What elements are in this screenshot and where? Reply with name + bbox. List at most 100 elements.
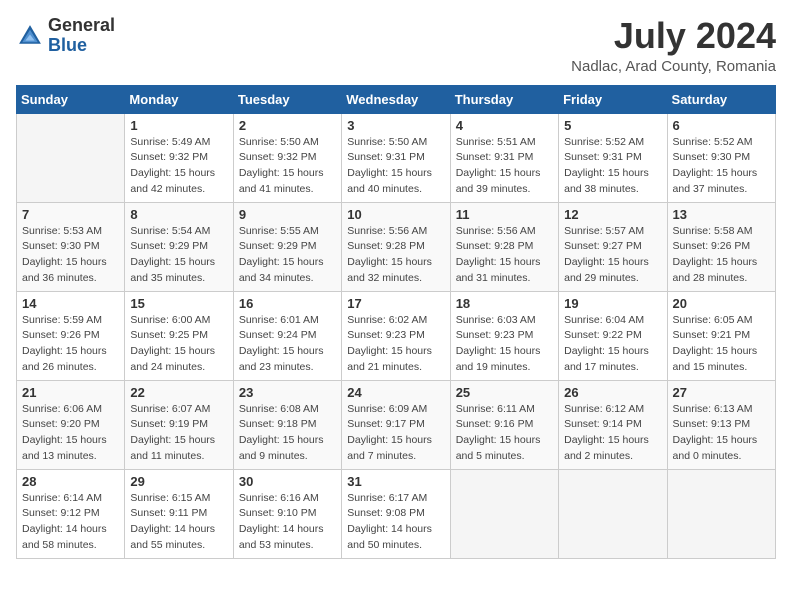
day-info: Sunrise: 6:04 AM Sunset: 9:22 PM Dayligh… <box>564 313 661 376</box>
sunrise-text: Sunrise: 5:50 AM <box>347 136 427 148</box>
logo-icon <box>16 22 44 50</box>
day-info: Sunrise: 6:14 AM Sunset: 9:12 PM Dayligh… <box>22 491 119 554</box>
col-wednesday: Wednesday <box>342 85 450 113</box>
col-monday: Monday <box>125 85 233 113</box>
sunrise-text: Sunrise: 5:56 AM <box>347 225 427 237</box>
daylight-text: Daylight: 15 hours and 24 minutes. <box>130 345 215 373</box>
table-row: 6 Sunrise: 5:52 AM Sunset: 9:30 PM Dayli… <box>667 113 775 202</box>
daylight-text: Daylight: 15 hours and 5 minutes. <box>456 434 541 462</box>
daylight-text: Daylight: 14 hours and 53 minutes. <box>239 523 324 551</box>
day-number: 3 <box>347 118 444 133</box>
day-number: 5 <box>564 118 661 133</box>
table-row: 15 Sunrise: 6:00 AM Sunset: 9:25 PM Dayl… <box>125 291 233 380</box>
day-number: 18 <box>456 296 553 311</box>
table-row: 14 Sunrise: 5:59 AM Sunset: 9:26 PM Dayl… <box>17 291 125 380</box>
logo-blue: Blue <box>48 35 87 55</box>
logo-general: General <box>48 15 115 35</box>
sunrise-text: Sunrise: 6:00 AM <box>130 314 210 326</box>
sunrise-text: Sunrise: 6:13 AM <box>673 403 753 415</box>
day-info: Sunrise: 6:11 AM Sunset: 9:16 PM Dayligh… <box>456 402 553 465</box>
daylight-text: Daylight: 15 hours and 28 minutes. <box>673 256 758 284</box>
sunrise-text: Sunrise: 5:59 AM <box>22 314 102 326</box>
daylight-text: Daylight: 15 hours and 17 minutes. <box>564 345 649 373</box>
daylight-text: Daylight: 15 hours and 11 minutes. <box>130 434 215 462</box>
day-info: Sunrise: 5:58 AM Sunset: 9:26 PM Dayligh… <box>673 224 770 287</box>
sunrise-text: Sunrise: 6:04 AM <box>564 314 644 326</box>
table-row: 22 Sunrise: 6:07 AM Sunset: 9:19 PM Dayl… <box>125 380 233 469</box>
sunrise-text: Sunrise: 6:03 AM <box>456 314 536 326</box>
sunset-text: Sunset: 9:29 PM <box>239 240 317 252</box>
table-row: 19 Sunrise: 6:04 AM Sunset: 9:22 PM Dayl… <box>559 291 667 380</box>
daylight-text: Daylight: 15 hours and 35 minutes. <box>130 256 215 284</box>
table-row: 3 Sunrise: 5:50 AM Sunset: 9:31 PM Dayli… <box>342 113 450 202</box>
sunset-text: Sunset: 9:25 PM <box>130 329 208 341</box>
daylight-text: Daylight: 14 hours and 50 minutes. <box>347 523 432 551</box>
sunset-text: Sunset: 9:29 PM <box>130 240 208 252</box>
sunrise-text: Sunrise: 6:05 AM <box>673 314 753 326</box>
day-info: Sunrise: 6:01 AM Sunset: 9:24 PM Dayligh… <box>239 313 336 376</box>
sunrise-text: Sunrise: 6:02 AM <box>347 314 427 326</box>
day-number: 4 <box>456 118 553 133</box>
daylight-text: Daylight: 15 hours and 2 minutes. <box>564 434 649 462</box>
day-number: 14 <box>22 296 119 311</box>
daylight-text: Daylight: 15 hours and 9 minutes. <box>239 434 324 462</box>
calendar-week-row: 14 Sunrise: 5:59 AM Sunset: 9:26 PM Dayl… <box>17 291 776 380</box>
day-info: Sunrise: 5:56 AM Sunset: 9:28 PM Dayligh… <box>347 224 444 287</box>
daylight-text: Daylight: 15 hours and 39 minutes. <box>456 167 541 195</box>
sunrise-text: Sunrise: 6:15 AM <box>130 492 210 504</box>
day-number: 6 <box>673 118 770 133</box>
day-number: 21 <box>22 385 119 400</box>
day-info: Sunrise: 5:57 AM Sunset: 9:27 PM Dayligh… <box>564 224 661 287</box>
daylight-text: Daylight: 15 hours and 32 minutes. <box>347 256 432 284</box>
day-number: 27 <box>673 385 770 400</box>
sunset-text: Sunset: 9:14 PM <box>564 418 642 430</box>
day-info: Sunrise: 6:03 AM Sunset: 9:23 PM Dayligh… <box>456 313 553 376</box>
sunrise-text: Sunrise: 6:09 AM <box>347 403 427 415</box>
day-number: 11 <box>456 207 553 222</box>
day-number: 13 <box>673 207 770 222</box>
calendar-week-row: 28 Sunrise: 6:14 AM Sunset: 9:12 PM Dayl… <box>17 469 776 558</box>
sunrise-text: Sunrise: 6:07 AM <box>130 403 210 415</box>
table-row: 11 Sunrise: 5:56 AM Sunset: 9:28 PM Dayl… <box>450 202 558 291</box>
sunset-text: Sunset: 9:26 PM <box>22 329 100 341</box>
daylight-text: Daylight: 14 hours and 55 minutes. <box>130 523 215 551</box>
table-row: 7 Sunrise: 5:53 AM Sunset: 9:30 PM Dayli… <box>17 202 125 291</box>
table-row: 2 Sunrise: 5:50 AM Sunset: 9:32 PM Dayli… <box>233 113 341 202</box>
table-row: 26 Sunrise: 6:12 AM Sunset: 9:14 PM Dayl… <box>559 380 667 469</box>
day-info: Sunrise: 5:54 AM Sunset: 9:29 PM Dayligh… <box>130 224 227 287</box>
day-number: 8 <box>130 207 227 222</box>
sunset-text: Sunset: 9:28 PM <box>347 240 425 252</box>
table-row: 17 Sunrise: 6:02 AM Sunset: 9:23 PM Dayl… <box>342 291 450 380</box>
sunrise-text: Sunrise: 6:17 AM <box>347 492 427 504</box>
table-row: 21 Sunrise: 6:06 AM Sunset: 9:20 PM Dayl… <box>17 380 125 469</box>
day-number: 28 <box>22 474 119 489</box>
table-row <box>17 113 125 202</box>
table-row: 25 Sunrise: 6:11 AM Sunset: 9:16 PM Dayl… <box>450 380 558 469</box>
sunrise-text: Sunrise: 6:01 AM <box>239 314 319 326</box>
day-info: Sunrise: 5:59 AM Sunset: 9:26 PM Dayligh… <box>22 313 119 376</box>
sunset-text: Sunset: 9:27 PM <box>564 240 642 252</box>
day-info: Sunrise: 6:12 AM Sunset: 9:14 PM Dayligh… <box>564 402 661 465</box>
table-row: 16 Sunrise: 6:01 AM Sunset: 9:24 PM Dayl… <box>233 291 341 380</box>
sunrise-text: Sunrise: 6:06 AM <box>22 403 102 415</box>
day-info: Sunrise: 6:07 AM Sunset: 9:19 PM Dayligh… <box>130 402 227 465</box>
table-row: 9 Sunrise: 5:55 AM Sunset: 9:29 PM Dayli… <box>233 202 341 291</box>
sunset-text: Sunset: 9:31 PM <box>456 151 534 163</box>
sunset-text: Sunset: 9:31 PM <box>564 151 642 163</box>
sunrise-text: Sunrise: 5:55 AM <box>239 225 319 237</box>
daylight-text: Daylight: 15 hours and 38 minutes. <box>564 167 649 195</box>
table-row <box>559 469 667 558</box>
sunrise-text: Sunrise: 5:52 AM <box>564 136 644 148</box>
sunset-text: Sunset: 9:23 PM <box>347 329 425 341</box>
day-number: 9 <box>239 207 336 222</box>
col-tuesday: Tuesday <box>233 85 341 113</box>
sunset-text: Sunset: 9:17 PM <box>347 418 425 430</box>
sunrise-text: Sunrise: 5:49 AM <box>130 136 210 148</box>
daylight-text: Daylight: 15 hours and 0 minutes. <box>673 434 758 462</box>
day-number: 10 <box>347 207 444 222</box>
logo: General Blue <box>16 16 115 56</box>
day-number: 30 <box>239 474 336 489</box>
sunset-text: Sunset: 9:16 PM <box>456 418 534 430</box>
table-row: 10 Sunrise: 5:56 AM Sunset: 9:28 PM Dayl… <box>342 202 450 291</box>
sunset-text: Sunset: 9:10 PM <box>239 507 317 519</box>
